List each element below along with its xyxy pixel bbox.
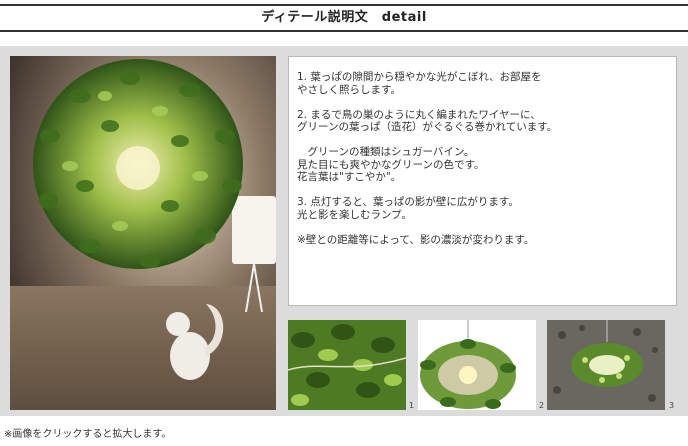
thumbnail-2[interactable]	[418, 320, 536, 410]
description-note: ※壁との距離等によって、影の濃淡が変わります。	[297, 233, 535, 246]
thumbnail-3[interactable]	[547, 320, 665, 410]
description-paragraph-3: グリーンの種類はシュガーバイン。 見た目にも爽やかなグリーンの色です。 花言葉は…	[297, 146, 485, 183]
thumbnail-3-number: 3	[669, 401, 675, 410]
main-product-photo[interactable]	[10, 56, 276, 410]
thumbnail-1-number: 1	[409, 401, 415, 410]
section-title: ディテール説明文 detail	[261, 10, 427, 25]
description-paragraph-1: 1. 葉っぱの隙間から穏やかな光がこぼれ、お部屋を やさしく照らします。	[297, 71, 542, 96]
description-paragraph-4: 3. 点灯すると、葉っぱの影が壁に広がります。 光と影を楽しむランプ。	[297, 196, 519, 221]
click-to-enlarge-note: ※画像をクリックすると拡大します。	[4, 429, 172, 440]
thumbnail-2-number: 2	[539, 401, 545, 410]
description-box: 1. 葉っぱの隙間から穏やかな光がこぼれ、お部屋を やさしく照らします。 2. …	[288, 56, 677, 306]
section-header: ディテール説明文 detail	[0, 4, 688, 32]
description-paragraph-2: 2. まるで鳥の巣のように丸く編まれたワイヤーに、 グリーンの葉っぱ（造花）がぐ…	[297, 108, 558, 134]
detail-panel: 1. 葉っぱの隙間から穏やかな光がこぼれ、お部屋を やさしく照らします。 2. …	[0, 46, 688, 416]
thumbnail-1[interactable]	[288, 320, 406, 410]
